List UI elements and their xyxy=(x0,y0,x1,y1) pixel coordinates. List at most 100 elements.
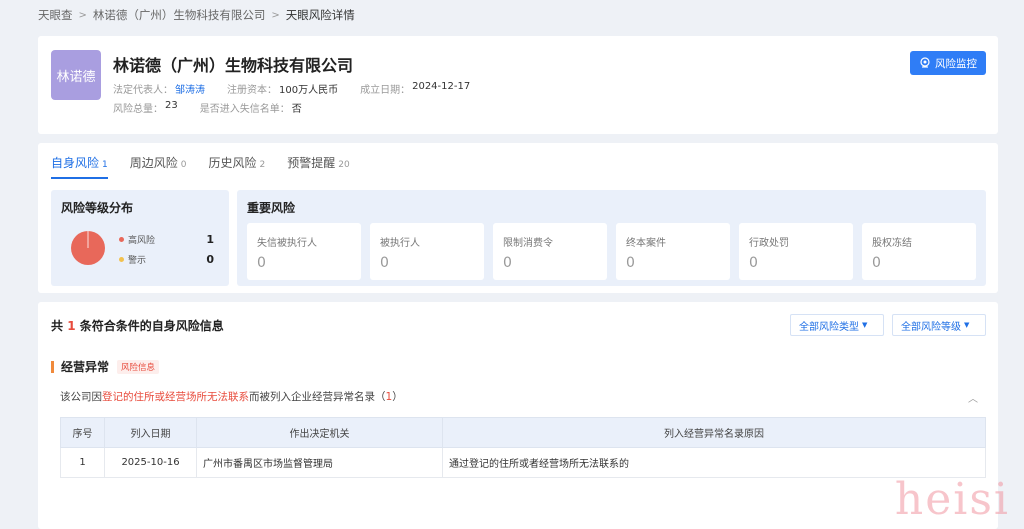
column-header: 作出决定机关 xyxy=(196,417,443,448)
table-header-row: 序号 列入日期 作出决定机关 列入经营异常名录原因 xyxy=(60,417,986,448)
tab-count: 2 xyxy=(259,160,266,170)
risk-box-label: 股权冻结 xyxy=(872,238,912,249)
legend-dot xyxy=(119,237,124,242)
risk-level-filter-label: 全部风险等级 xyxy=(901,321,961,333)
risk-monitor-button[interactable]: 风险监控 xyxy=(910,51,986,75)
tab-surrounding-risk[interactable]: 周边风险 0 xyxy=(130,154,187,179)
desc-highlight: 登记的住所或经营场所无法联系 xyxy=(102,391,249,403)
tab-self-risk[interactable]: 自身风险 1 xyxy=(51,154,108,179)
tab-count: 1 xyxy=(102,160,108,170)
tab-count: 20 xyxy=(338,160,350,170)
risk-level-filter[interactable]: 全部风险等级 ▼ xyxy=(892,314,986,336)
company-risk-row: 风险总量： 23 是否进入失信名单： 否 xyxy=(113,100,324,115)
tab-label: 历史风险 xyxy=(208,156,257,170)
risk-list: 共 1 条符合条件的自身风险信息 全部风险类型 ▼ 全部风险等级 ▼ 经营异常 … xyxy=(38,302,998,529)
legend-high-risk: 高风险 1 xyxy=(119,233,214,246)
breadcrumb-current: 天眼风险详情 xyxy=(285,8,355,22)
legend-label: 警示 xyxy=(128,256,147,266)
desc-end: ） xyxy=(392,391,403,403)
legend-dot xyxy=(119,257,124,262)
risk-box-consumption-limit[interactable]: 限制消费令 0 xyxy=(493,223,607,280)
founded-label: 成立日期： xyxy=(360,85,411,96)
section-badge: 风险信息 xyxy=(117,359,160,374)
risk-box-label: 失信被执行人 xyxy=(257,238,317,249)
tab-label: 自身风险 xyxy=(51,156,100,170)
risk-box-value: 0 xyxy=(626,255,635,271)
section-title: 经营异常 风险信息 xyxy=(51,358,160,375)
breadcrumb: 天眼查 > 林诺德（广州）生物科技有限公司 > 天眼风险详情 xyxy=(38,7,355,23)
breadcrumb-home-link[interactable]: 天眼查 xyxy=(38,7,73,23)
risk-box-admin-penalty[interactable]: 行政处罚 0 xyxy=(739,223,853,280)
section-title-text: 经营异常 xyxy=(61,360,110,374)
legend-value: 1 xyxy=(206,233,214,246)
legal-rep-label: 法定代表人： xyxy=(113,85,173,96)
risk-tabs: 自身风险 1 周边风险 0 历史风险 2 预警提醒 20 xyxy=(51,154,350,179)
dishonest-label: 是否进入失信名单： xyxy=(199,104,290,115)
table-cell: 广州市番禺区市场监督管理局 xyxy=(196,447,443,478)
company-logo: 林诺德 xyxy=(51,50,101,100)
caret-down-icon: ▼ xyxy=(862,321,868,329)
important-title: 重要风险 xyxy=(247,201,296,215)
section-accent-bar xyxy=(51,360,54,373)
caret-down-icon: ▼ xyxy=(964,321,970,329)
column-header: 列入日期 xyxy=(104,417,197,448)
risk-overview: 自身风险 1 周边风险 0 历史风险 2 预警提醒 20 风险等级分布 高风险 … xyxy=(38,143,998,293)
legend-label: 高风险 xyxy=(128,236,156,246)
watermark: heisi xyxy=(894,474,1010,525)
risk-monitor-label: 风险监控 xyxy=(935,57,977,70)
risk-box-value: 0 xyxy=(749,255,758,271)
list-heading-prefix: 共 xyxy=(51,319,68,333)
column-header: 序号 xyxy=(60,417,105,448)
tab-history-risk[interactable]: 历史风险 2 xyxy=(209,154,266,179)
capital-label: 注册资本： xyxy=(227,85,277,96)
tab-label: 预警提醒 xyxy=(287,156,336,170)
breadcrumb-company-link[interactable]: 林诺德（广州）生物科技有限公司 xyxy=(93,7,266,23)
list-heading-suffix: 条符合条件的自身风险信息 xyxy=(75,319,224,333)
risk-box-executed[interactable]: 被执行人 0 xyxy=(370,223,484,280)
chevron-up-icon[interactable]: ︿ xyxy=(968,390,978,405)
desc-suffix: 而被列入企业经营异常名录（ xyxy=(249,391,386,403)
table-row: 1 2025-10-16 广州市番禺区市场监督管理局 通过登记的住所或者经营场所… xyxy=(60,447,986,478)
abnormal-operation-table: 序号 列入日期 作出决定机关 列入经营异常名录原因 1 2025-10-16 广… xyxy=(60,417,986,478)
risk-type-filter-label: 全部风险类型 xyxy=(799,321,859,333)
company-header: 林诺德 林诺德（广州）生物科技有限公司 法定代表人： 邹涛涛 注册资本： 100… xyxy=(38,36,998,134)
monitor-icon xyxy=(920,57,930,68)
column-header: 列入经营异常名录原因 xyxy=(442,417,986,448)
risk-box-label: 行政处罚 xyxy=(749,238,789,249)
section-description: 该公司因登记的住所或经营场所无法联系而被列入企业经营异常名录（1） xyxy=(60,389,403,404)
risk-pie-chart xyxy=(71,231,105,265)
chevron-right-icon: > xyxy=(78,9,87,21)
legend-value: 0 xyxy=(206,253,214,266)
risk-box-equity-freeze[interactable]: 股权冻结 0 xyxy=(862,223,976,280)
risk-box-value: 0 xyxy=(872,255,881,271)
risk-total-label: 风险总量： xyxy=(113,104,163,115)
risk-box-value: 0 xyxy=(503,255,512,271)
risk-box-value: 0 xyxy=(257,255,266,271)
desc-prefix: 该公司因 xyxy=(60,391,102,403)
chevron-right-icon: > xyxy=(271,9,280,21)
company-name: 林诺德（广州）生物科技有限公司 xyxy=(113,56,354,75)
table-cell: 通过登记的住所或者经营场所无法联系的 xyxy=(442,447,986,478)
table-cell: 2025-10-16 xyxy=(104,447,197,478)
list-heading-count: 1 xyxy=(67,319,76,333)
list-heading: 共 1 条符合条件的自身风险信息 xyxy=(51,317,224,334)
table-cell: 1 xyxy=(60,447,105,478)
distribution-title: 风险等级分布 xyxy=(61,201,134,215)
tab-count: 0 xyxy=(180,160,187,170)
company-info-row: 法定代表人： 邹涛涛 注册资本： 100万人民币 成立日期： 2024-12-1… xyxy=(113,81,492,96)
legend-warning: 警示 0 xyxy=(119,253,214,266)
risk-box-dishonest[interactable]: 失信被执行人 0 xyxy=(247,223,361,280)
tab-warning[interactable]: 预警提醒 20 xyxy=(287,154,349,179)
risk-type-filter[interactable]: 全部风险类型 ▼ xyxy=(790,314,884,336)
legal-rep-link[interactable]: 邹涛涛 xyxy=(175,81,205,96)
risk-box-value: 0 xyxy=(380,255,389,271)
risk-box-terminated-cases[interactable]: 终本案件 0 xyxy=(616,223,730,280)
risk-box-label: 被执行人 xyxy=(380,238,420,249)
risk-box-label: 限制消费令 xyxy=(503,238,553,249)
important-risks: 重要风险 失信被执行人 0 被执行人 0 限制消费令 0 终本案件 0 行政处罚… xyxy=(237,190,986,286)
risk-total-value: 23 xyxy=(165,100,178,111)
dishonest-value: 否 xyxy=(291,104,302,115)
tab-label: 周边风险 xyxy=(129,156,178,170)
capital-value: 100万人民币 xyxy=(279,85,339,96)
risk-box-label: 终本案件 xyxy=(626,238,666,249)
